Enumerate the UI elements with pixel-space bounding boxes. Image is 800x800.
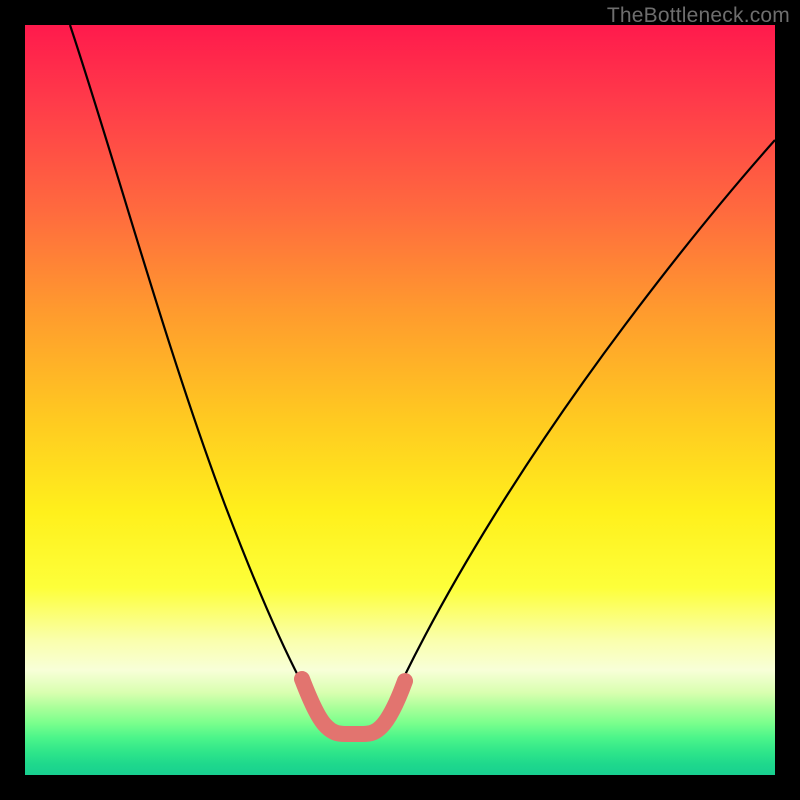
chart-area (25, 25, 775, 775)
optimal-range-marker (302, 679, 405, 734)
chart-svg (25, 25, 775, 775)
bottleneck-curve (70, 25, 775, 729)
watermark-text: TheBottleneck.com (607, 4, 790, 28)
